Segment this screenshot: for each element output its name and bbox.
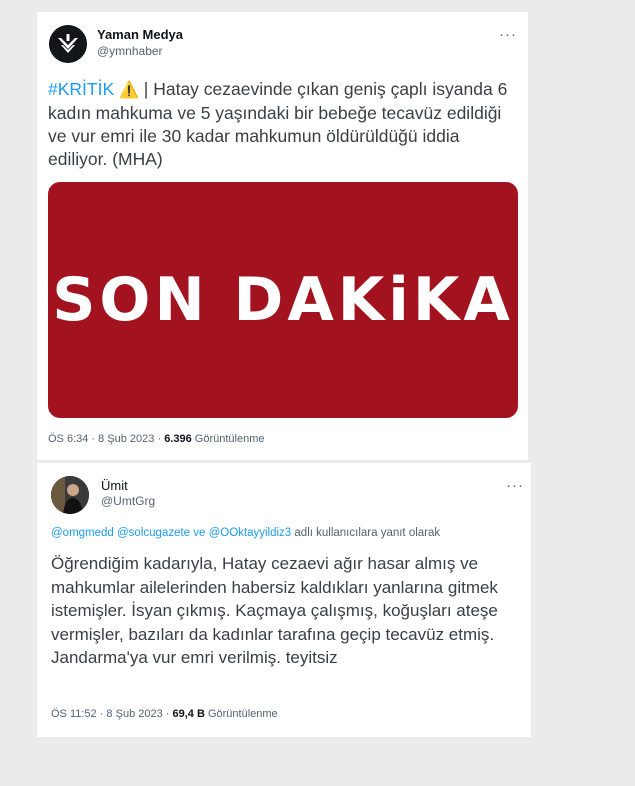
tweet-timestamp[interactable]: ÖS 11:52 · 8 Şub 2023 · (51, 708, 172, 720)
tweet-timestamp[interactable]: ÖS 6:34 · 8 Şub 2023 · (48, 433, 164, 445)
more-options-icon[interactable]: ··· (506, 477, 524, 494)
tweet-text: Öğrendiğim kadarıyla, Hatay cezaevi ağır… (51, 554, 498, 667)
view-count: 6.396 (164, 433, 192, 445)
yaman-medya-logo-icon (49, 25, 87, 63)
tweet-body: | Hatay cezaevinde çıkan geniş çaplı isy… (48, 79, 508, 169)
hashtag-link[interactable]: #KRİTİK (48, 79, 114, 99)
tweet-text: #KRİTİK ⚠️ | Hatay cezaevinde çıkan geni… (48, 78, 523, 171)
warning-icon: ⚠️ (119, 82, 139, 99)
banner-text: SON DAKiKA (52, 265, 514, 335)
author-handle[interactable]: @UmtGrg (101, 494, 155, 508)
reply-label: adlı kullanıcılara yanıt olarak (291, 527, 441, 539)
tweet-card-umit[interactable]: Ümit @UmtGrg ··· @omgmedd @solcugazete v… (37, 463, 531, 737)
author-name[interactable]: Ümit (101, 478, 128, 493)
author-name[interactable]: Yaman Medya (97, 27, 183, 42)
avatar[interactable] (51, 476, 89, 514)
tweet-image[interactable]: SON DAKiKA (48, 182, 518, 418)
mention-links[interactable]: @omgmedd @solcugazete ve @OOktayyildiz3 (51, 527, 291, 539)
view-count: 69,4 B (172, 708, 205, 720)
views-label: Görüntülenme (191, 433, 265, 445)
tweet-card-yaman-medya[interactable]: Yaman Medya @ymnhaber ··· #KRİTİK ⚠️ | H… (37, 12, 528, 460)
avatar[interactable] (49, 25, 87, 63)
user-photo-icon (51, 476, 89, 514)
more-options-icon[interactable]: ··· (499, 26, 517, 43)
reply-context: @omgmedd @solcugazete ve @OOktayyildiz3 … (51, 527, 440, 539)
tweet-meta: ÖS 11:52 · 8 Şub 2023 · 69,4 B Görüntüle… (51, 708, 278, 720)
views-label: Görüntülenme (204, 708, 278, 720)
tweet-meta: ÖS 6:34 · 8 Şub 2023 · 6.396 Görüntülenm… (48, 433, 264, 445)
author-handle[interactable]: @ymnhaber (97, 44, 163, 58)
